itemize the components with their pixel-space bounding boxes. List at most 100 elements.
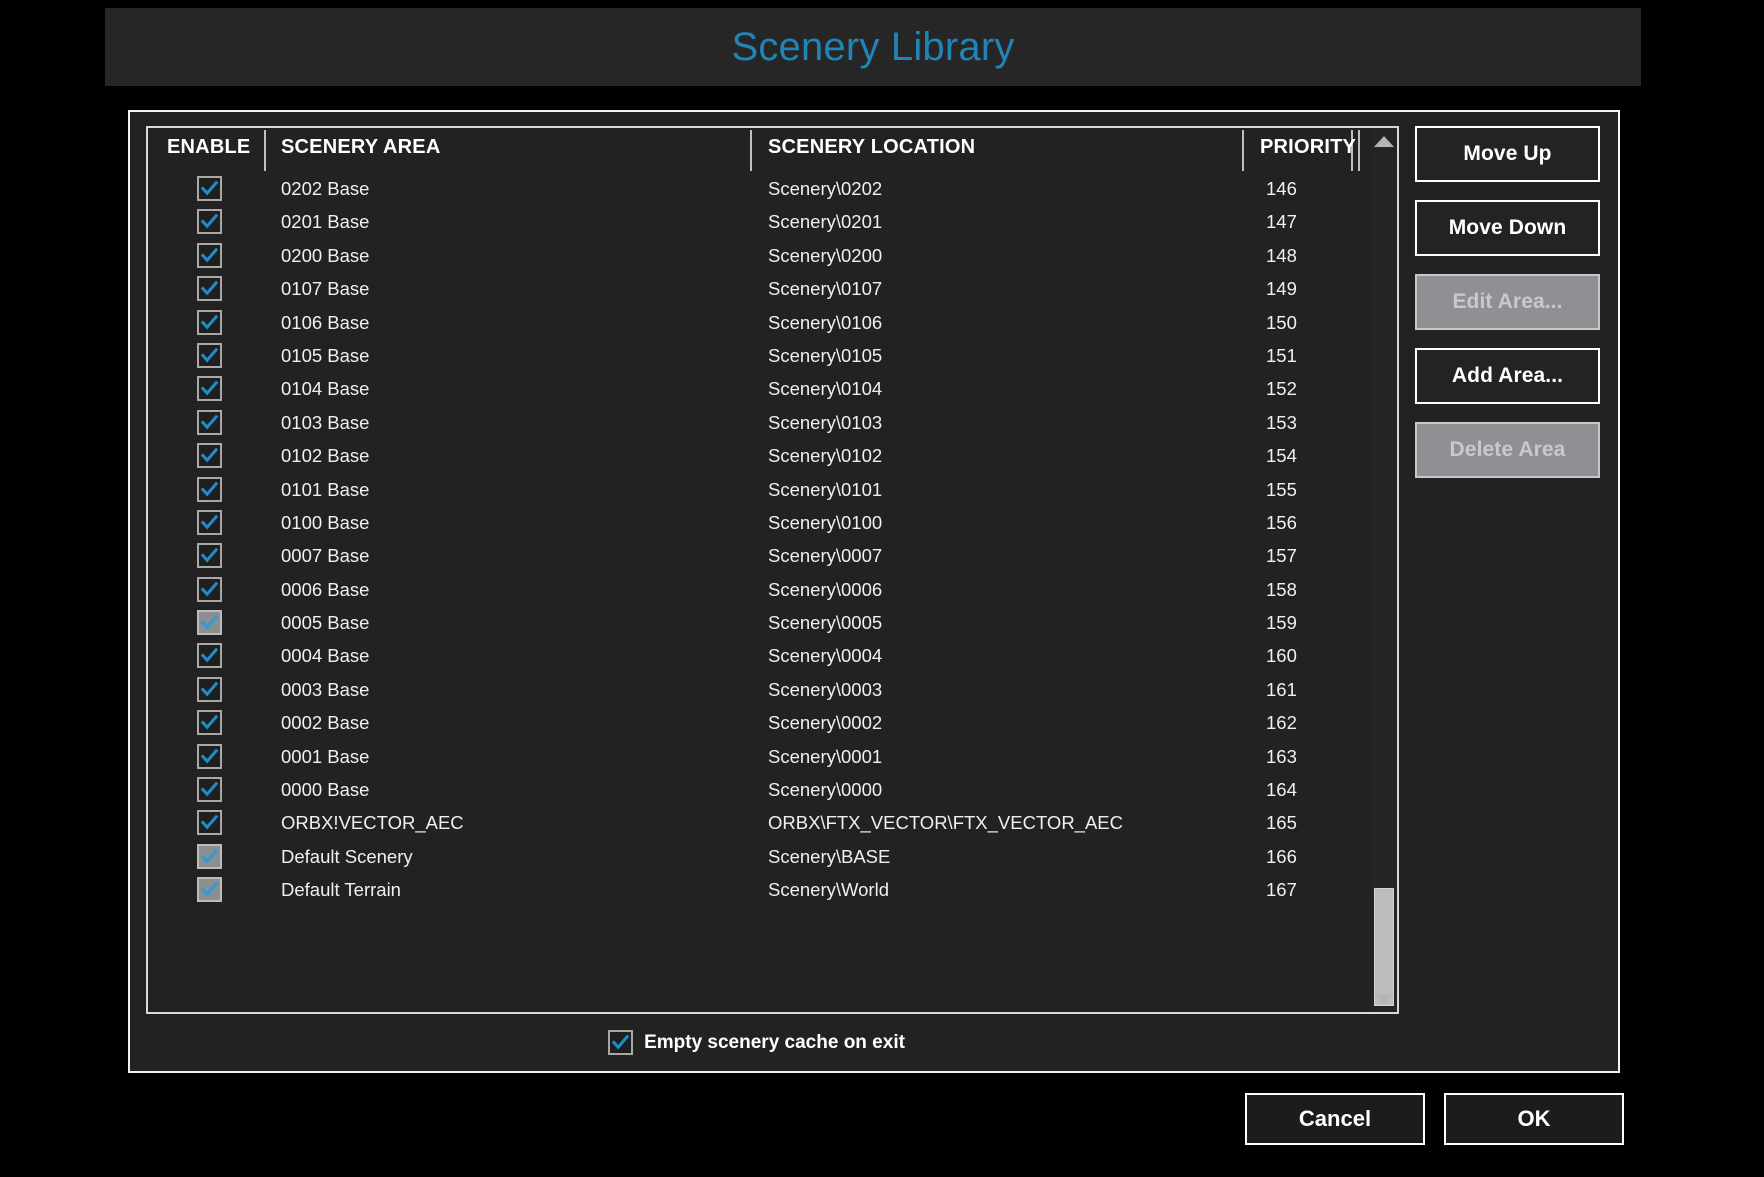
cell-scenery-area: 0102 Base bbox=[281, 445, 369, 467]
cell-priority: 160 bbox=[1266, 645, 1297, 667]
enable-checkbox[interactable] bbox=[197, 877, 222, 902]
enable-checkbox[interactable] bbox=[197, 577, 222, 602]
scenery-table: ENABLE SCENERY AREA SCENERY LOCATION PRI… bbox=[146, 126, 1399, 1014]
enable-checkbox[interactable] bbox=[197, 176, 222, 201]
checkmark-icon bbox=[200, 613, 219, 632]
table-row[interactable]: 0002 Base Scenery\0002 162 bbox=[148, 706, 1397, 739]
scroll-down-arrow-icon[interactable] bbox=[1372, 988, 1396, 1010]
cell-priority: 152 bbox=[1266, 378, 1297, 400]
main-panel: ENABLE SCENERY AREA SCENERY LOCATION PRI… bbox=[128, 110, 1620, 1073]
enable-checkbox[interactable] bbox=[197, 643, 222, 668]
cell-scenery-area: 0103 Base bbox=[281, 412, 369, 434]
enable-checkbox[interactable] bbox=[197, 543, 222, 568]
enable-checkbox[interactable] bbox=[197, 710, 222, 735]
cell-priority: 149 bbox=[1266, 278, 1297, 300]
cell-priority: 156 bbox=[1266, 512, 1297, 534]
add-area-button[interactable]: Add Area... bbox=[1415, 348, 1600, 404]
checkmark-icon bbox=[200, 747, 219, 766]
enable-checkbox[interactable] bbox=[197, 844, 222, 869]
table-row[interactable]: 0001 BaseScenery\0001163 bbox=[148, 740, 1397, 773]
table-row[interactable]: 0007 BaseScenery\0007157 bbox=[148, 539, 1397, 572]
table-row[interactable]: Default TerrainScenery\World167 bbox=[148, 873, 1397, 906]
vertical-scrollbar[interactable] bbox=[1371, 128, 1397, 1012]
table-row[interactable]: 0006 BaseScenery\0006158 bbox=[148, 573, 1397, 606]
table-row[interactable]: 0202 BaseScenery\0202146 bbox=[148, 172, 1397, 205]
cell-priority: 167 bbox=[1266, 879, 1297, 901]
table-header-row: ENABLE SCENERY AREA SCENERY LOCATION PRI… bbox=[148, 128, 1397, 171]
dialog-footer: Cancel OK bbox=[0, 1093, 1764, 1177]
move-up-button[interactable]: Move Up bbox=[1415, 126, 1600, 182]
cell-scenery-location: Scenery\0200 bbox=[768, 245, 882, 267]
enable-checkbox[interactable] bbox=[197, 777, 222, 802]
enable-checkbox[interactable] bbox=[197, 510, 222, 535]
cell-priority: 153 bbox=[1266, 412, 1297, 434]
column-header-enable[interactable]: ENABLE bbox=[167, 136, 250, 159]
checkmark-icon bbox=[200, 546, 219, 565]
cell-scenery-location: Scenery\BASE bbox=[768, 846, 890, 868]
cell-scenery-area: 0004 Base bbox=[281, 645, 369, 667]
enable-checkbox[interactable] bbox=[197, 276, 222, 301]
cell-scenery-location: Scenery\0201 bbox=[768, 211, 882, 233]
cell-scenery-area: 0002 Base bbox=[281, 712, 369, 734]
checkmark-icon bbox=[200, 279, 219, 298]
empty-cache-option-row[interactable]: Empty scenery cache on exit bbox=[130, 1030, 1383, 1055]
table-row[interactable]: 0104 BaseScenery\0104152 bbox=[148, 372, 1397, 405]
column-header-scenery-area[interactable]: SCENERY AREA bbox=[281, 136, 440, 159]
enable-checkbox[interactable] bbox=[197, 744, 222, 769]
enable-checkbox[interactable] bbox=[197, 410, 222, 435]
cell-priority: 162 bbox=[1266, 712, 1297, 734]
table-row[interactable]: 0107 BaseScenery\0107149 bbox=[148, 272, 1397, 305]
table-row[interactable]: 0003 BaseScenery\0003161 bbox=[148, 673, 1397, 706]
table-row[interactable]: 0201 BaseScenery\0201147 bbox=[148, 205, 1397, 238]
checkmark-icon bbox=[200, 713, 219, 732]
enable-checkbox[interactable] bbox=[197, 443, 222, 468]
cell-scenery-location: Scenery\0002 bbox=[768, 712, 882, 734]
cell-scenery-area: 0104 Base bbox=[281, 378, 369, 400]
table-row[interactable]: 0000 BaseScenery\0000164 bbox=[148, 773, 1397, 806]
enable-checkbox[interactable] bbox=[197, 209, 222, 234]
cell-scenery-location: Scenery\0103 bbox=[768, 412, 882, 434]
checkmark-icon bbox=[200, 847, 219, 866]
enable-checkbox[interactable] bbox=[197, 477, 222, 502]
empty-cache-checkbox[interactable] bbox=[608, 1030, 633, 1055]
column-divider bbox=[1242, 130, 1244, 171]
move-down-button[interactable]: Move Down bbox=[1415, 200, 1600, 256]
checkmark-icon bbox=[200, 313, 219, 332]
checkmark-icon bbox=[200, 780, 219, 799]
scenery-library-window: Scenery Library ENABLE SCENERY AREA SCEN… bbox=[0, 0, 1764, 1177]
cell-scenery-area: 0200 Base bbox=[281, 245, 369, 267]
table-row[interactable]: 0102 BaseScenery\0102154 bbox=[148, 439, 1397, 472]
cell-priority: 151 bbox=[1266, 345, 1297, 367]
ok-button[interactable]: OK bbox=[1444, 1093, 1624, 1145]
cell-priority: 161 bbox=[1266, 679, 1297, 701]
table-row[interactable]: 0103 Base Scenery\0103 153 bbox=[148, 406, 1397, 439]
table-row[interactable]: Default SceneryScenery\BASE166 bbox=[148, 840, 1397, 873]
cell-scenery-area: 0005 Base bbox=[281, 612, 369, 634]
enable-checkbox[interactable] bbox=[197, 310, 222, 335]
enable-checkbox[interactable] bbox=[197, 376, 222, 401]
table-row[interactable]: 0105 BaseScenery\0105151 bbox=[148, 339, 1397, 372]
table-row[interactable]: 0106 BaseScenery\0106150 bbox=[148, 306, 1397, 339]
column-header-scenery-location[interactable]: SCENERY LOCATION bbox=[768, 136, 975, 159]
enable-checkbox[interactable] bbox=[197, 677, 222, 702]
table-row[interactable]: 0004 BaseScenery\0004160 bbox=[148, 639, 1397, 672]
cell-priority: 164 bbox=[1266, 779, 1297, 801]
table-row[interactable]: 0005 BaseScenery\0005159 bbox=[148, 606, 1397, 639]
cell-priority: 157 bbox=[1266, 545, 1297, 567]
enable-checkbox[interactable] bbox=[197, 243, 222, 268]
cell-priority: 159 bbox=[1266, 612, 1297, 634]
column-header-priority[interactable]: PRIORITY bbox=[1260, 136, 1356, 159]
table-row[interactable]: ORBX!VECTOR_AECORBX\FTX_VECTOR\FTX_VECTO… bbox=[148, 806, 1397, 839]
table-row[interactable]: 0100 BaseScenery\0100156 bbox=[148, 506, 1397, 539]
scroll-up-arrow-icon[interactable] bbox=[1372, 130, 1396, 152]
delete-area-button: Delete Area bbox=[1415, 422, 1600, 478]
table-row[interactable]: 0200 BaseScenery\0200148 bbox=[148, 239, 1397, 272]
enable-checkbox[interactable] bbox=[197, 610, 222, 635]
enable-checkbox[interactable] bbox=[197, 343, 222, 368]
table-row[interactable]: 0101 BaseScenery\0101155 bbox=[148, 473, 1397, 506]
enable-checkbox[interactable] bbox=[197, 810, 222, 835]
cancel-button[interactable]: Cancel bbox=[1245, 1093, 1425, 1145]
cell-scenery-area: 0003 Base bbox=[281, 679, 369, 701]
cell-priority: 147 bbox=[1266, 211, 1297, 233]
cell-priority: 155 bbox=[1266, 479, 1297, 501]
